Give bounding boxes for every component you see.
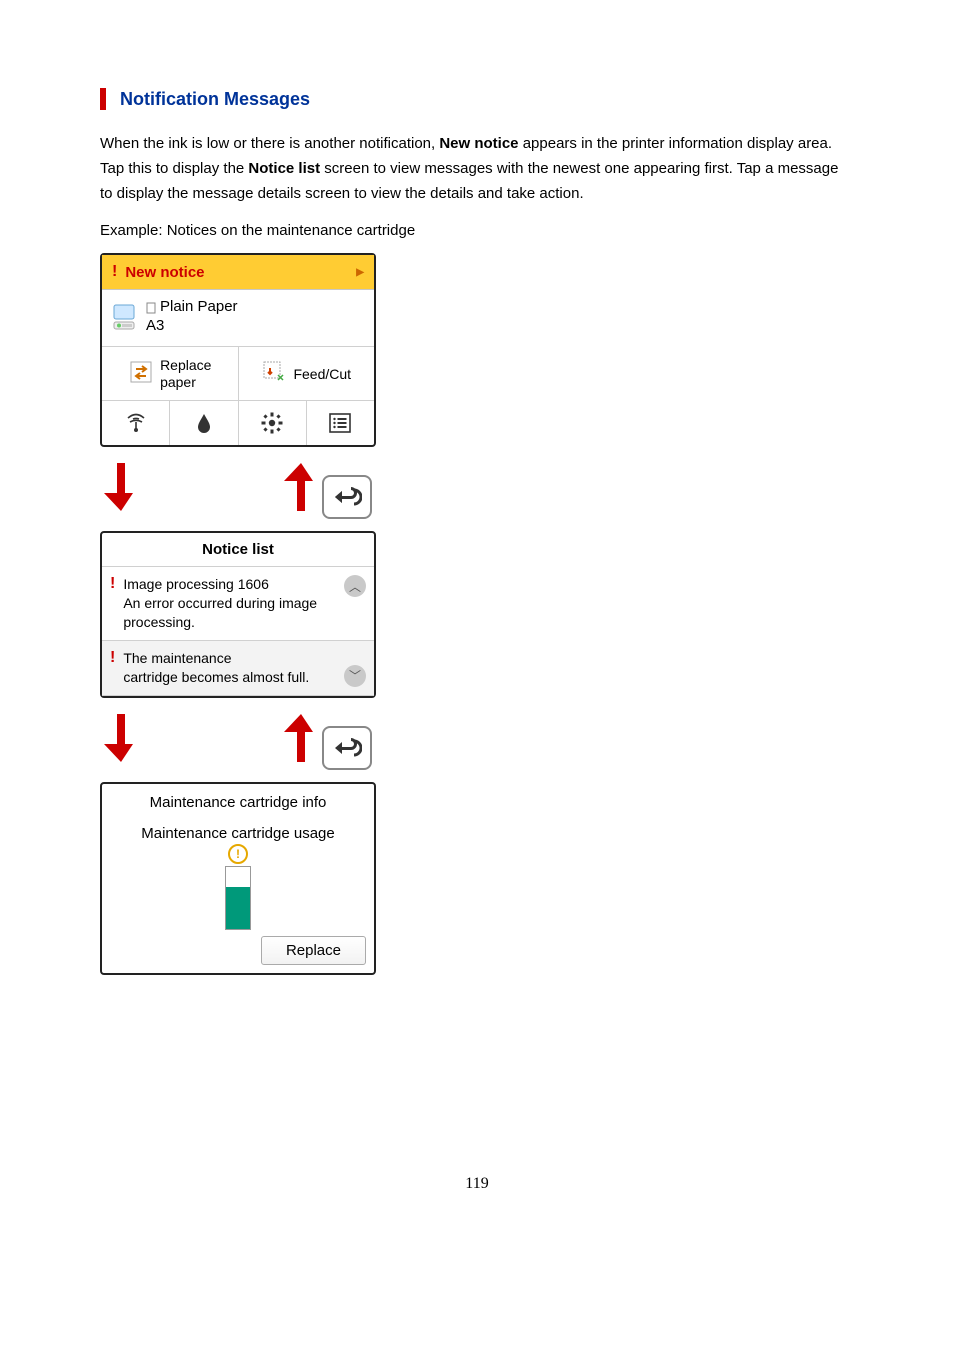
notice-item-2-line2: cartridge becomes almost full. [123, 668, 340, 687]
intro-paragraph: When the ink is low or there is another … [100, 132, 854, 206]
page-number: 119 [100, 1175, 854, 1193]
example-line: Example: Notices on the maintenance cart… [100, 222, 854, 239]
roll-paper-icon [112, 302, 140, 332]
arrow-down-icon [104, 710, 138, 770]
arrow-up-icon [284, 710, 318, 770]
usage-gauge-fill [226, 887, 250, 929]
feed-cut-label: Feed/Cut [293, 366, 351, 382]
notice-item-1-line1: Image processing 1606 [123, 575, 340, 594]
back-arrow-icon [332, 485, 362, 509]
replace-paper-button[interactable]: Replace paper [102, 347, 238, 401]
usage-gauge-wrap [102, 866, 374, 930]
para-text: When the ink is low or there is another … [100, 135, 439, 152]
job-list-icon [329, 413, 351, 433]
flow-arrows-1 [100, 447, 376, 531]
warning-icon: ! [228, 844, 248, 864]
replace-paper-line2: paper [160, 374, 196, 390]
back-button[interactable] [322, 475, 372, 519]
settings-button[interactable] [238, 401, 306, 445]
replace-paper-icon [128, 359, 154, 388]
notice-list-panel: Notice list ! Image processing 1606 An e… [100, 531, 376, 697]
arrow-up-icon [284, 459, 318, 519]
back-button[interactable] [322, 726, 372, 770]
scroll-down-icon: ﹀ [344, 665, 366, 687]
home-screen-panel: ! New notice ▶ Plain Paper [100, 253, 376, 447]
new-notice-banner[interactable]: ! New notice ▶ [102, 255, 374, 290]
ink-drop-icon [196, 413, 212, 433]
warning-icon-row: ! [102, 844, 374, 864]
cartridge-info-panel: Maintenance cartridge info Maintenance c… [100, 782, 376, 975]
replace-cartridge-button[interactable]: Replace [261, 936, 366, 965]
new-notice-label: New notice [125, 264, 204, 281]
alert-icon: ! [110, 575, 115, 632]
back-arrow-icon [332, 736, 362, 760]
notice-item-2[interactable]: ! The maintenance cartridge becomes almo… [102, 641, 374, 696]
paper-loaded-icon [146, 302, 156, 314]
notice-item-1-line2: An error occurred during image processin… [123, 594, 340, 632]
paper-info-row[interactable]: Plain Paper A3 [102, 290, 374, 347]
notice-list-title: Notice list [102, 533, 374, 567]
cartridge-info-title: Maintenance cartridge info [102, 784, 374, 825]
replace-paper-line1: Replace [160, 357, 211, 373]
paper-type-label: Plain Paper [160, 298, 238, 317]
jobs-button[interactable] [306, 401, 374, 445]
usage-gauge [225, 866, 251, 930]
heading-accent-bar [100, 88, 106, 110]
scroll-up-icon: ︿ [344, 575, 366, 597]
wireless-icon [124, 412, 148, 434]
alert-icon: ! [110, 649, 115, 687]
arrow-down-icon [104, 459, 138, 519]
feed-cut-icon [261, 359, 287, 388]
gear-icon [261, 412, 283, 434]
paper-size-label: A3 [146, 317, 238, 336]
wireless-button[interactable] [102, 401, 169, 445]
flow-arrows-2 [100, 698, 376, 782]
bold-notice-list: Notice list [248, 160, 320, 177]
ink-button[interactable] [169, 401, 237, 445]
section-heading: Notification Messages [120, 89, 310, 110]
next-arrow-icon: ▶ [356, 267, 364, 278]
alert-icon: ! [112, 263, 117, 281]
cartridge-usage-label: Maintenance cartridge usage [102, 825, 374, 842]
bold-new-notice: New notice [439, 135, 518, 152]
feed-cut-button[interactable]: Feed/Cut [238, 347, 375, 401]
notice-item-2-line1: The maintenance [123, 649, 340, 668]
notice-item-1[interactable]: ! Image processing 1606 An error occurre… [102, 567, 374, 641]
